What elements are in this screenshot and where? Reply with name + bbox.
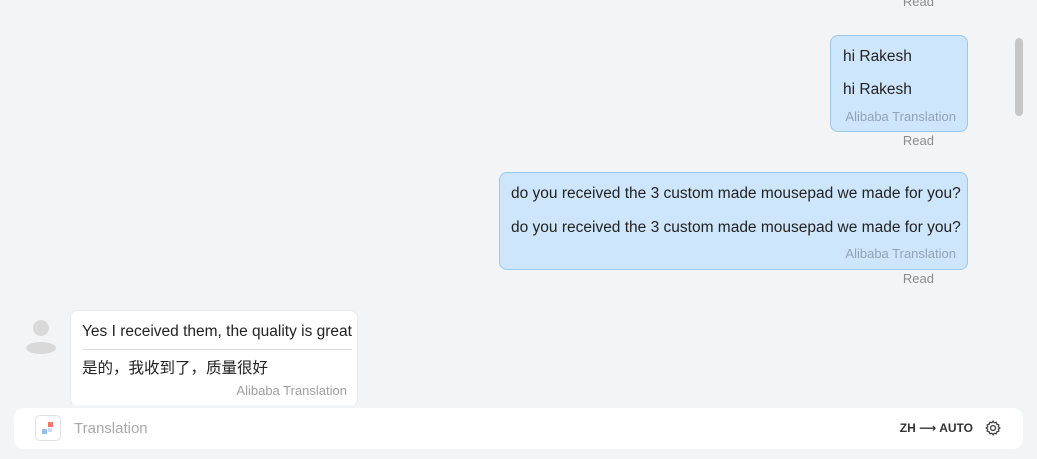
read-status: Read xyxy=(902,271,934,286)
chat-scrollbar[interactable] xyxy=(1015,38,1023,116)
translation-source-label: Alibaba Translation xyxy=(236,383,347,398)
message-original-text: Yes I received them, the quality is grea… xyxy=(82,323,352,340)
translation-input-bar: ZH ⟶ AUTO xyxy=(14,408,1023,449)
translation-input[interactable] xyxy=(74,416,854,440)
language-pair-selector[interactable]: ZH ⟶ AUTO xyxy=(900,421,973,435)
outgoing-message-bubble[interactable]: hi Rakesh hi Rakesh Alibaba Translation xyxy=(830,35,968,132)
message-original-text: hi Rakesh xyxy=(843,48,912,65)
translation-source-label: Alibaba Translation xyxy=(845,109,956,124)
user-avatar-icon[interactable] xyxy=(24,318,58,354)
incoming-message-bubble[interactable]: Yes I received them, the quality is grea… xyxy=(70,310,358,405)
read-status: Read xyxy=(902,0,934,9)
message-translated-text: do you received the 3 custom made mousep… xyxy=(511,219,961,236)
chat-area: Read hi Rakesh hi Rakesh Alibaba Transla… xyxy=(0,0,1010,405)
translation-logo-icon xyxy=(35,415,61,441)
message-original-text: do you received the 3 custom made mousep… xyxy=(511,185,961,202)
message-translated-text: hi Rakesh xyxy=(843,81,912,98)
outgoing-message-bubble[interactable]: do you received the 3 custom made mousep… xyxy=(499,172,968,270)
read-status: Read xyxy=(902,133,934,148)
message-divider xyxy=(82,349,352,350)
message-translated-text: 是的，我收到了，质量很好 xyxy=(82,360,269,377)
gear-icon[interactable] xyxy=(984,419,1002,437)
translation-source-label: Alibaba Translation xyxy=(845,246,956,261)
